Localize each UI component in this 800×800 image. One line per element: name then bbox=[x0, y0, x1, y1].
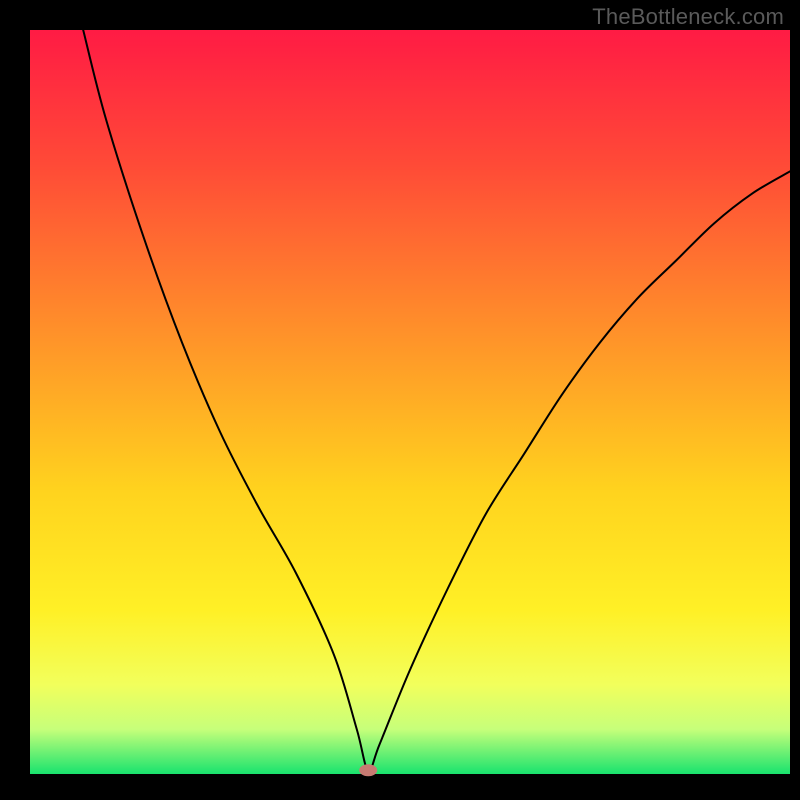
chart-frame: TheBottleneck.com bbox=[0, 0, 800, 800]
bottleneck-chart bbox=[0, 0, 800, 800]
optimal-point-marker bbox=[359, 764, 377, 776]
watermark-text: TheBottleneck.com bbox=[592, 4, 784, 30]
gradient-background bbox=[30, 30, 790, 774]
